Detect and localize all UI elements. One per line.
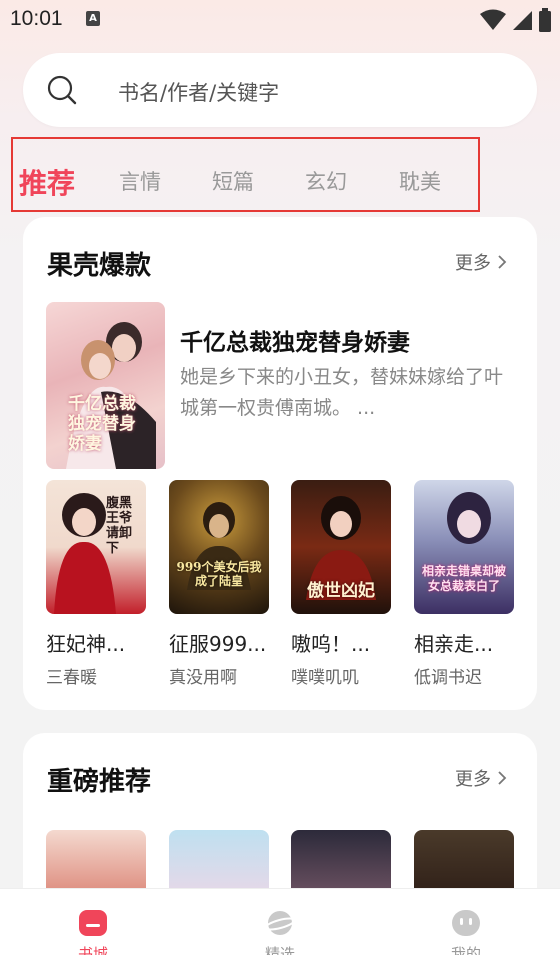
nav-label: 书城 bbox=[77, 945, 108, 955]
section-title: 重磅推荐 bbox=[47, 767, 152, 797]
battery-icon bbox=[539, 8, 551, 32]
featured-book-cover[interactable]: 千亿总裁独宠替身娇妻 bbox=[46, 302, 165, 469]
featured-book-description: 她是乡下来的小丑女，替妹妹嫁给了叶城第一权贵傅南城。 ... bbox=[180, 366, 504, 419]
nav-featured[interactable]: 精选 bbox=[240, 889, 320, 955]
featured-cover-text: 千亿总裁独宠替身娇妻 bbox=[68, 394, 136, 454]
book-cover[interactable]: 傲世凶妃 bbox=[291, 480, 391, 614]
book-title: 狂妃神... bbox=[46, 632, 126, 656]
book-author: 低调书迟 bbox=[414, 668, 482, 688]
nav-bookstore[interactable]: 书城 bbox=[53, 889, 133, 955]
book-cover-text: 相亲走错桌却被女总裁表白了 bbox=[421, 564, 506, 593]
book-cover-text: 傲世凶妃 bbox=[307, 581, 375, 601]
book-author: 噗噗叽叽 bbox=[291, 668, 359, 688]
book-author: 真没用啊 bbox=[169, 668, 237, 688]
tab-danmei[interactable]: 耽美 bbox=[399, 166, 441, 196]
status-icons bbox=[480, 8, 552, 32]
status-time: 10:01 bbox=[10, 7, 63, 30]
more-button[interactable]: 更多 bbox=[455, 765, 507, 791]
section-title: 果壳爆款 bbox=[47, 251, 152, 281]
book-title: 嗷呜！... bbox=[291, 632, 371, 656]
nav-label: 精选 bbox=[264, 945, 295, 955]
chevron-right-icon bbox=[498, 255, 507, 269]
chevron-right-icon bbox=[498, 771, 507, 785]
book-title: 征服999... bbox=[169, 632, 267, 656]
book-cover[interactable]: 腹黑王爷请卸下 bbox=[46, 480, 146, 614]
wifi-icon bbox=[480, 9, 506, 30]
more-label: 更多 bbox=[455, 253, 491, 274]
book-cover-text: 999个美女后我成了陆皇 bbox=[176, 560, 262, 588]
notification-a-icon: A bbox=[86, 11, 100, 26]
nav-label: 我的 bbox=[450, 945, 481, 955]
tab-romance[interactable]: 言情 bbox=[119, 166, 161, 196]
section-hot-card: 果壳爆款 更多 千亿总裁独宠替身娇妻 千亿总裁独宠替身娇妻 她是乡下来的小丑女，… bbox=[23, 217, 537, 710]
bookstore-icon bbox=[79, 910, 107, 936]
tab-fantasy[interactable]: 玄幻 bbox=[305, 166, 347, 196]
featured-book-title[interactable]: 千亿总裁独宠替身娇妻 bbox=[180, 323, 410, 357]
signal-icon bbox=[513, 11, 532, 30]
status-bar: 10:01 A bbox=[0, 0, 560, 40]
book-item[interactable]: 腹黑王爷请卸下 狂妃神... 三春暖 bbox=[46, 480, 146, 688]
tab-recommend[interactable]: 推荐 bbox=[19, 162, 75, 202]
book-item[interactable]: 相亲走错桌却被女总裁表白了 相亲走... 低调书迟 bbox=[414, 480, 514, 688]
cover-art bbox=[187, 502, 251, 590]
nav-profile[interactable]: 我的 bbox=[426, 889, 506, 955]
book-item[interactable]: 999个美女后我成了陆皇 征服999... 真没用啊 bbox=[169, 480, 269, 688]
book-cover-text: 腹黑王爷请卸下 bbox=[106, 496, 133, 556]
search-input[interactable]: 书名/作者/关键字 bbox=[23, 53, 537, 127]
book-author: 三春暖 bbox=[46, 668, 97, 688]
book-cover[interactable]: 999个美女后我成了陆皇 bbox=[169, 480, 269, 614]
tab-short[interactable]: 短篇 bbox=[212, 166, 254, 196]
book-item[interactable]: 傲世凶妃 嗷呜！... 噗噗叽叽 bbox=[291, 480, 391, 688]
book-cover[interactable]: 相亲走错桌却被女总裁表白了 bbox=[414, 480, 514, 614]
search-placeholder: 书名/作者/关键字 bbox=[118, 81, 280, 105]
planet-icon bbox=[264, 911, 296, 935]
more-label: 更多 bbox=[455, 769, 491, 790]
bottom-nav: 书城 精选 我的 bbox=[0, 888, 560, 955]
profile-face-icon bbox=[452, 910, 480, 936]
search-icon bbox=[47, 75, 77, 105]
book-title: 相亲走... bbox=[414, 632, 494, 656]
more-button[interactable]: 更多 bbox=[455, 249, 507, 275]
